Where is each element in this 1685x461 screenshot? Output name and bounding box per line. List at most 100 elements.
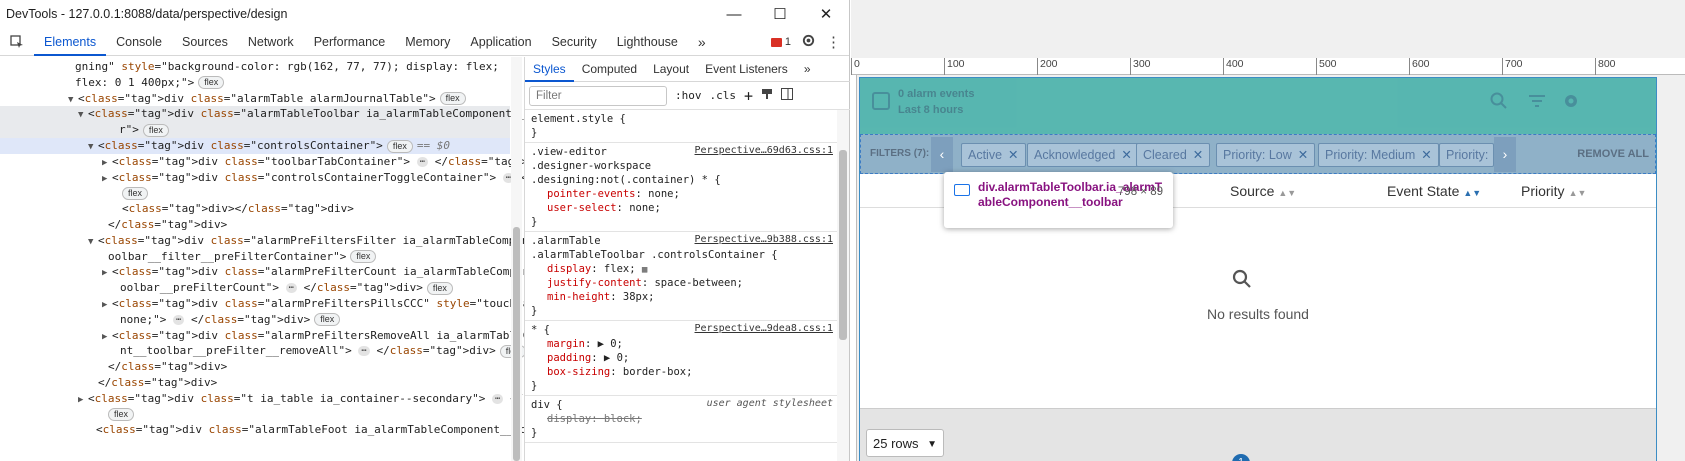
styles-scroll-thumb[interactable] bbox=[839, 150, 847, 340]
expand-toggle-icon[interactable]: ▶ bbox=[102, 265, 112, 281]
sort-icon[interactable]: ▲▼ bbox=[1278, 188, 1296, 198]
paint-icon[interactable] bbox=[761, 88, 773, 103]
page-indicator[interactable]: 1 bbox=[1232, 454, 1250, 461]
chevron-right-icon[interactable]: › bbox=[1494, 137, 1516, 172]
column-priority[interactable]: Priority ▲▼ bbox=[1521, 183, 1586, 199]
expand-toggle-icon[interactable]: ▼ bbox=[88, 139, 98, 155]
css-declaration[interactable]: justify-content: space-between; bbox=[531, 276, 831, 290]
sort-icon[interactable]: ▲▼ bbox=[1569, 188, 1587, 198]
css-declaration[interactable]: padding: ▶ 0; bbox=[531, 351, 831, 365]
dom-node-line[interactable]: r"> flex bbox=[0, 122, 510, 139]
filter-icon[interactable] bbox=[1528, 92, 1546, 115]
dom-node-line[interactable]: flex bbox=[0, 185, 510, 201]
dom-node-line[interactable]: ▶ <class="tag">div class="toolbarTabConta… bbox=[0, 154, 524, 170]
hov-toggle[interactable]: :hov bbox=[675, 89, 702, 102]
filter-chip-acknowledged[interactable]: Acknowledged ✕ bbox=[1027, 143, 1139, 167]
dom-node-line[interactable]: ▶ <class="tag">div class="controlsContain… bbox=[0, 170, 524, 187]
dom-node-line[interactable]: </class="tag">div> bbox=[0, 375, 510, 391]
expand-toggle-icon[interactable]: ▼ bbox=[88, 234, 98, 250]
expand-toggle-icon[interactable]: ▶ bbox=[102, 329, 112, 345]
rows-per-page-select[interactable]: 25 rows ▼ bbox=[866, 429, 944, 457]
dom-node-line[interactable]: <class="tag">div class="alarmTableFoot i… bbox=[0, 422, 524, 438]
dom-node-line[interactable]: flex: 0 1 400px;"> flex bbox=[0, 75, 510, 91]
css-declaration[interactable]: box-sizing: border-box; bbox=[531, 365, 831, 379]
alarm-table[interactable]: 0 alarm events Last 8 hours FILTERS (7):… bbox=[859, 77, 1657, 461]
close-button[interactable]: ✕ bbox=[803, 0, 849, 28]
flex-badge[interactable]: flex bbox=[108, 408, 135, 422]
remove-all-button[interactable]: REMOVE ALL bbox=[1577, 148, 1649, 160]
css-declaration[interactable]: min-height: 38px; bbox=[531, 290, 831, 304]
close-icon[interactable]: ✕ bbox=[1421, 148, 1431, 162]
tab-application[interactable]: Application bbox=[460, 28, 541, 56]
tab-event-listeners[interactable]: Event Listeners bbox=[697, 57, 796, 82]
css-declaration[interactable]: pointer-events: none; bbox=[531, 187, 831, 201]
flex-badge[interactable]: flex bbox=[386, 139, 413, 153]
maximize-button[interactable]: ☐ bbox=[757, 0, 803, 28]
expand-toggle-icon[interactable]: ▼ bbox=[68, 92, 78, 108]
sort-desc-icon[interactable]: ▲▼ bbox=[1463, 188, 1481, 198]
rule-source-link[interactable]: Perspective…69d63.css:1 bbox=[695, 145, 833, 156]
tab-memory[interactable]: Memory bbox=[395, 28, 460, 56]
style-rule[interactable]: Perspective…9dea8.css:1 * {margin: ▶ 0; pa… bbox=[525, 321, 837, 396]
tab-sources[interactable]: Sources bbox=[172, 28, 238, 56]
flex-badge[interactable]: flex bbox=[426, 281, 453, 295]
collapsed-content-button[interactable]: ⋯ bbox=[416, 156, 429, 167]
dom-node-line[interactable]: ▼ <class="tag">div class="alarmTableToolb… bbox=[0, 106, 524, 123]
close-icon[interactable]: ✕ bbox=[1298, 148, 1308, 162]
tab-elements[interactable]: Elements bbox=[34, 28, 107, 56]
flexbox-editor-icon[interactable]: ▦ bbox=[642, 265, 647, 275]
expand-toggle-icon[interactable]: ▶ bbox=[102, 297, 112, 313]
dom-node-line[interactable]: </class="tag">div> bbox=[0, 359, 510, 375]
cls-toggle[interactable]: .cls bbox=[710, 89, 737, 102]
collapsed-content-button[interactable]: ⋯ bbox=[358, 346, 370, 357]
css-declaration-overridden[interactable]: display: block; bbox=[531, 412, 831, 426]
tab-styles[interactable]: Styles bbox=[525, 57, 574, 82]
column-event-state[interactable]: Event State ▲▼ bbox=[1387, 183, 1481, 199]
css-declaration[interactable]: margin: ▶ 0; bbox=[531, 337, 831, 351]
dom-node-line[interactable]: ▼ <class="tag">div class="alarmPreFilters… bbox=[0, 233, 524, 250]
style-rule[interactable]: element.style {} bbox=[525, 110, 837, 143]
dom-node-line[interactable]: oolbar__filter__preFilterContainer"> flex bbox=[0, 249, 510, 265]
search-icon[interactable] bbox=[1490, 92, 1508, 115]
sidebar-toggle-icon[interactable] bbox=[781, 88, 794, 103]
elements-scrollbar[interactable] bbox=[511, 57, 522, 461]
filter-chip-cleared[interactable]: Cleared ✕ bbox=[1136, 143, 1211, 167]
dom-node-line[interactable]: ▼ <class="tag">div class="controlsContain… bbox=[0, 138, 510, 154]
style-rule[interactable]: Perspective…69d63.css:1 .view-editor .desi… bbox=[525, 143, 837, 232]
dom-node-line[interactable]: </class="tag">div> bbox=[0, 217, 510, 233]
style-rule[interactable]: Perspective…9b388.css:1 .alarmTable .alarm… bbox=[525, 232, 837, 321]
tab-security[interactable]: Security bbox=[542, 28, 607, 56]
flex-badge[interactable]: flex bbox=[439, 92, 466, 106]
chevron-left-icon[interactable]: ‹ bbox=[931, 137, 953, 172]
close-icon[interactable]: ✕ bbox=[1008, 148, 1018, 162]
css-declaration[interactable]: display: flex; ▦ bbox=[531, 262, 831, 276]
dom-node-line[interactable]: <class="tag">div></class="tag">div> bbox=[0, 201, 510, 217]
tab-performance[interactable]: Performance bbox=[304, 28, 396, 56]
filter-chip-priority-medium[interactable]: Priority: Medium ✕ bbox=[1318, 143, 1439, 167]
close-icon[interactable]: ✕ bbox=[1193, 148, 1203, 162]
style-rule[interactable]: user agent stylesheet div {display: block… bbox=[525, 396, 837, 443]
kebab-menu-icon[interactable]: ⋮ bbox=[826, 33, 841, 51]
collapsed-content-button[interactable]: ⋯ bbox=[492, 393, 504, 404]
expand-toggle-icon[interactable]: ▶ bbox=[102, 171, 112, 187]
flex-badge[interactable]: flex bbox=[314, 313, 341, 327]
expand-toggle-icon[interactable]: ▶ bbox=[78, 392, 88, 408]
collapsed-content-button[interactable]: ⋯ bbox=[172, 314, 185, 325]
gear-icon[interactable] bbox=[801, 33, 816, 51]
styles-filter-input[interactable]: Filter bbox=[529, 85, 667, 106]
tab-computed[interactable]: Computed bbox=[574, 57, 645, 82]
column-source[interactable]: Source ▲▼ bbox=[1230, 183, 1296, 199]
tab-console[interactable]: Console bbox=[106, 28, 172, 56]
tab-network[interactable]: Network bbox=[238, 28, 304, 56]
tab-lighthouse[interactable]: Lighthouse bbox=[607, 28, 688, 56]
more-tabs-button[interactable]: » bbox=[688, 28, 716, 56]
more-style-tabs-button[interactable]: » bbox=[796, 57, 819, 82]
dom-node-line[interactable]: ▶ <class="tag">div class="alarmPreFilters… bbox=[0, 328, 524, 345]
flex-badge[interactable]: flex bbox=[122, 186, 149, 200]
dom-node-line[interactable]: flex bbox=[0, 407, 510, 423]
dom-node-line[interactable]: none;"> ⋯ </class="tag">div> flex bbox=[0, 312, 510, 328]
calendar-icon[interactable] bbox=[872, 92, 890, 110]
elements-tree[interactable]: gning" style="background-color: rgb(162,… bbox=[0, 57, 524, 461]
styles-scrollbar[interactable] bbox=[837, 110, 849, 461]
dom-node-line[interactable]: ▶ <class="tag">div class="t ia_table ia_c… bbox=[0, 391, 524, 408]
